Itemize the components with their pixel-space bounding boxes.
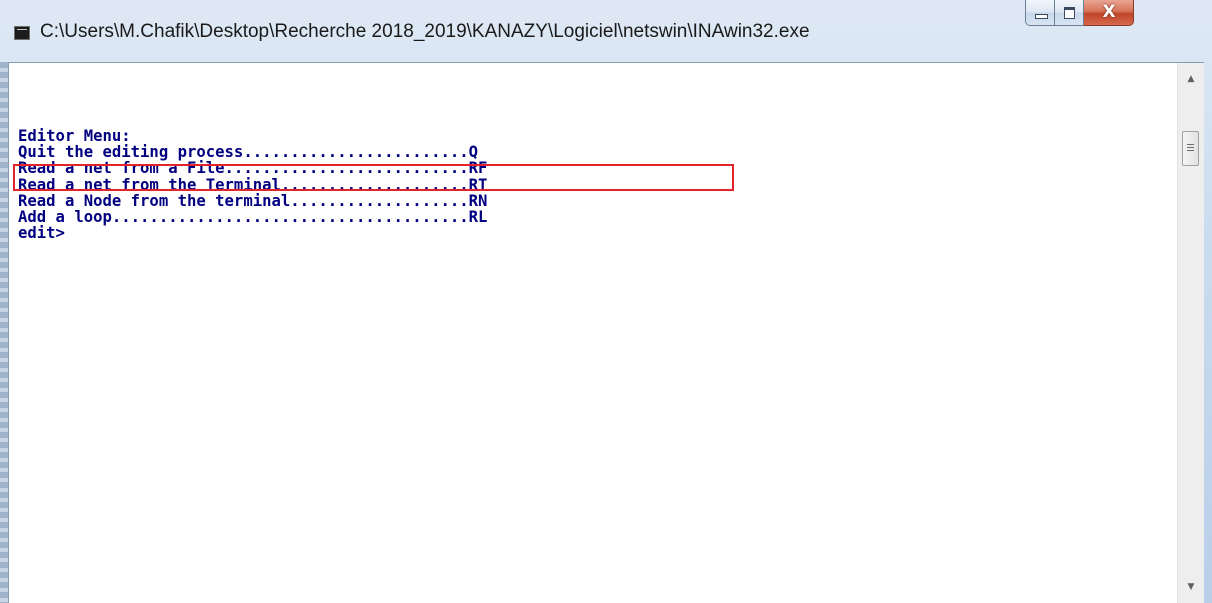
maximize-icon	[1064, 7, 1075, 19]
scroll-down-arrow-icon[interactable]: ▼	[1178, 575, 1204, 599]
minimize-icon	[1035, 14, 1048, 19]
grip-icon	[1187, 144, 1194, 153]
scroll-thumb[interactable]	[1182, 131, 1199, 166]
command-prompt[interactable]: edit>	[18, 225, 487, 241]
caption-buttons: X	[1025, 0, 1134, 28]
window-title: C:\Users\M.Chafik\Desktop\Recherche 2018…	[40, 21, 810, 42]
title-bar[interactable]: C:\Users\M.Chafik\Desktop\Recherche 2018…	[0, 0, 1212, 62]
minimize-button[interactable]	[1025, 0, 1055, 26]
console-line-read-node-terminal: Read a Node from the terminal...........…	[18, 191, 488, 210]
console-text-block: Editor Menu: Quit the editing process....…	[18, 127, 488, 242]
maximize-button[interactable]	[1055, 0, 1084, 26]
console-app-icon[interactable]	[14, 26, 30, 40]
console-line-read-net-terminal: Read a net from the Terminal............…	[18, 175, 488, 194]
scroll-up-arrow-icon[interactable]: ▲	[1178, 67, 1204, 91]
console-line-quit: Quit the editing process................…	[18, 143, 479, 162]
close-icon: X	[1102, 2, 1116, 22]
close-button[interactable]: X	[1084, 0, 1134, 26]
console-line-read-net-file: Read a net from a File..................…	[18, 159, 488, 178]
console-line-add-loop: Add a loop..............................…	[18, 207, 488, 226]
console-line-editor-menu: Editor Menu:	[18, 127, 131, 145]
console-window: C:\Users\M.Chafik\Desktop\Recherche 2018…	[0, 0, 1212, 603]
vertical-scrollbar[interactable]: ▲ ▼	[1177, 63, 1204, 603]
console-output[interactable]: Editor Menu: Quit the editing process....…	[10, 63, 1177, 603]
